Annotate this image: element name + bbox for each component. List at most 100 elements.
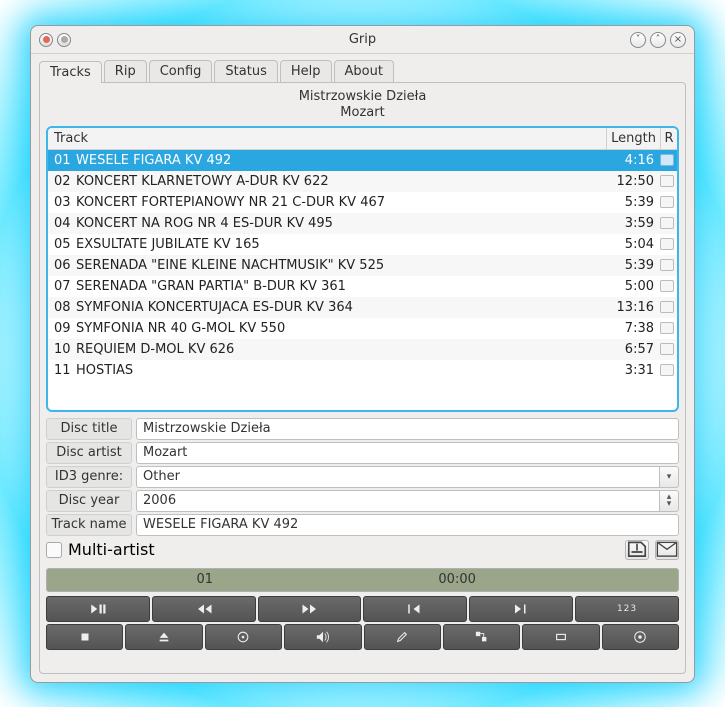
table-row[interactable]: 11HOSTIAS3:31 <box>48 360 677 381</box>
col-track[interactable]: Track <box>48 128 607 149</box>
track-number: 06 <box>48 258 72 273</box>
year-spinner[interactable]: 2006 ▴▾ <box>136 490 679 512</box>
col-length[interactable]: Length <box>607 128 661 149</box>
save-to-disk-button[interactable] <box>625 540 649 560</box>
rip-checkbox[interactable] <box>660 322 674 334</box>
track-title: KONCERT FORTEPIANOWY NR 21 C-DUR KV 467 <box>72 195 606 210</box>
multi-artist-checkbox[interactable] <box>46 542 62 558</box>
track-length: 3:31 <box>606 363 660 378</box>
tab-rip[interactable]: Rip <box>104 60 147 82</box>
eject-button[interactable] <box>125 624 202 650</box>
table-row[interactable]: 08SYMFONIA KONCERTUJACA ES-DUR KV 36413:… <box>48 297 677 318</box>
cddb-button[interactable] <box>602 624 679 650</box>
track-length: 13:16 <box>606 300 660 315</box>
col-rip[interactable]: R <box>661 128 677 149</box>
edit-button[interactable] <box>364 624 441 650</box>
track-number: 09 <box>48 321 72 336</box>
track-title: SYMFONIA NR 40 G-MOL KV 550 <box>72 321 606 336</box>
track-title: SERENADA "EINE KLEINE NACHTMUSIK" KV 525 <box>72 258 606 273</box>
close-button[interactable]: × <box>670 32 686 48</box>
stop-button[interactable] <box>46 624 123 650</box>
shuffle-button[interactable] <box>443 624 520 650</box>
compact-button[interactable] <box>522 624 599 650</box>
forward-button[interactable] <box>258 596 362 622</box>
prev-track-button[interactable] <box>363 596 467 622</box>
disc-title-input[interactable]: Mistrzowskie Dzieła <box>136 418 679 440</box>
tab-bar: TracksRipConfigStatusHelpAbout <box>39 60 686 82</box>
rip-checkbox[interactable] <box>660 238 674 250</box>
volume-button[interactable] <box>284 624 361 650</box>
table-row[interactable]: 03KONCERT FORTEPIANOWY NR 21 C-DUR KV 46… <box>48 192 677 213</box>
label-year: Disc year <box>46 490 132 512</box>
tab-status[interactable]: Status <box>214 60 277 82</box>
rip-checkbox[interactable] <box>660 301 674 313</box>
counter-button[interactable]: 123 <box>575 596 679 622</box>
track-length: 7:38 <box>606 321 660 336</box>
track-title: KONCERT NA RÓG NR 4 ES-DUR KV 495 <box>72 216 606 231</box>
album-header: Mistrzowskie Dzieła Mozart <box>46 87 679 126</box>
rip-checkbox[interactable] <box>660 343 674 355</box>
rip-checkbox[interactable] <box>660 175 674 187</box>
app-window: Grip ˅ ˄ × TracksRipConfigStatusHelpAbou… <box>30 25 695 683</box>
track-number: 07 <box>48 279 72 294</box>
disc-form: Disc title Mistrzowskie Dzieła Disc arti… <box>46 418 679 536</box>
table-row[interactable]: 06SERENADA "EINE KLEINE NACHTMUSIK" KV 5… <box>48 255 677 276</box>
window-menu-icon[interactable] <box>39 33 53 47</box>
tab-tracks[interactable]: Tracks <box>39 61 102 83</box>
minimize-button[interactable]: ˅ <box>630 32 646 48</box>
genre-combo[interactable]: Other ▾ <box>136 466 679 488</box>
table-row[interactable]: 07SERENADA "GRAN PARTIA" B-DUR KV 3615:0… <box>48 276 677 297</box>
rip-checkbox[interactable] <box>660 196 674 208</box>
disc-button[interactable] <box>205 624 282 650</box>
window-title: Grip <box>31 32 694 47</box>
disc-artist-input[interactable]: Mozart <box>136 442 679 464</box>
table-row[interactable]: 09SYMFONIA NR 40 G-MOL KV 5507:38 <box>48 318 677 339</box>
track-length: 4:16 <box>606 153 660 168</box>
track-name-input[interactable]: WESELE FIGARA KV 492 <box>136 514 679 536</box>
track-number: 01 <box>48 153 72 168</box>
progress-track: 01 <box>196 572 213 587</box>
window-pin-icon[interactable] <box>57 33 71 47</box>
progress-time: 00:00 <box>438 572 475 587</box>
label-disc-artist: Disc artist <box>46 442 132 464</box>
track-length: 3:59 <box>606 216 660 231</box>
next-track-button[interactable] <box>469 596 573 622</box>
label-genre: ID3 genre: <box>46 466 132 488</box>
table-row[interactable]: 01WESELE FIGARA KV 4924:16 <box>48 150 677 171</box>
track-title: HOSTIAS <box>72 363 606 378</box>
track-length: 5:39 <box>606 258 660 273</box>
track-list: Track Length R 01WESELE FIGARA KV 4924:1… <box>46 126 679 412</box>
rip-checkbox[interactable] <box>660 154 674 166</box>
track-title: SYMFONIA KONCERTUJACA ES-DUR KV 364 <box>72 300 606 315</box>
album-artist: Mozart <box>46 105 679 121</box>
table-row[interactable]: 10REQUIEM D-MOL KV 6266:57 <box>48 339 677 360</box>
maximize-button[interactable]: ˄ <box>650 32 666 48</box>
track-title: WESELE FIGARA KV 492 <box>72 153 606 168</box>
tab-help[interactable]: Help <box>280 60 332 82</box>
label-track-name: Track name <box>46 514 132 536</box>
rip-checkbox[interactable] <box>660 259 674 271</box>
table-row[interactable]: 04KONCERT NA RÓG NR 4 ES-DUR KV 4953:59 <box>48 213 677 234</box>
chevron-down-icon[interactable]: ▾ <box>659 466 679 488</box>
rip-checkbox[interactable] <box>660 217 674 229</box>
table-row[interactable]: 02KONCERT KLARNETOWY A-DUR KV 62212:50 <box>48 171 677 192</box>
titlebar: Grip ˅ ˄ × <box>31 26 694 54</box>
rip-checkbox[interactable] <box>660 364 674 376</box>
spin-buttons[interactable]: ▴▾ <box>659 490 679 512</box>
table-row[interactable]: 05EXSULTATE JUBILATE KV 1655:04 <box>48 234 677 255</box>
track-number: 11 <box>48 363 72 378</box>
track-number: 10 <box>48 342 72 357</box>
tab-about[interactable]: About <box>334 60 394 82</box>
progress-bar[interactable]: 01 00:00 <box>46 568 679 592</box>
track-number: 05 <box>48 237 72 252</box>
track-number: 08 <box>48 300 72 315</box>
track-number: 02 <box>48 174 72 189</box>
mail-button[interactable] <box>655 540 679 560</box>
tab-config[interactable]: Config <box>149 60 213 82</box>
play-pause-button[interactable] <box>46 596 150 622</box>
rewind-button[interactable] <box>152 596 256 622</box>
rip-checkbox[interactable] <box>660 280 674 292</box>
track-length: 12:50 <box>606 174 660 189</box>
track-title: REQUIEM D-MOL KV 626 <box>72 342 606 357</box>
track-length: 5:04 <box>606 237 660 252</box>
